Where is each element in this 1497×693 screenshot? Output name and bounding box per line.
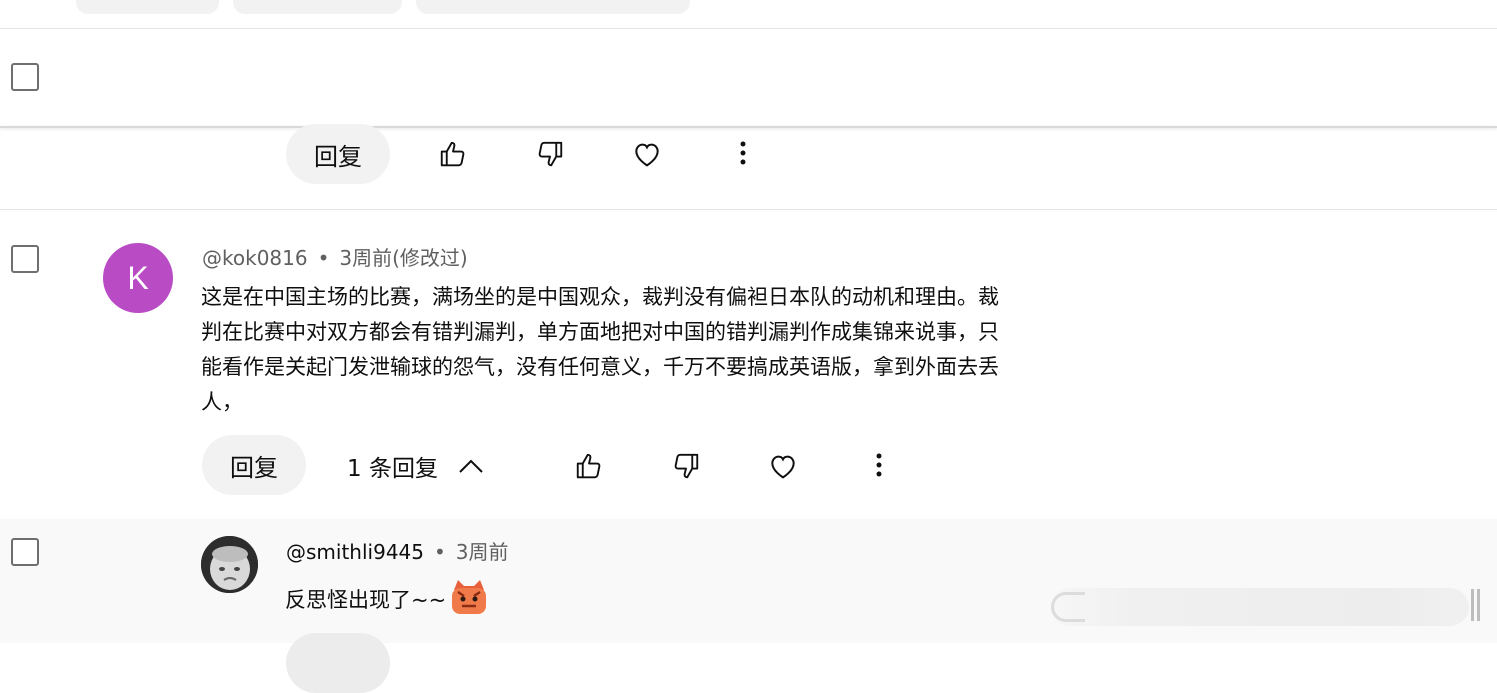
heart-icon[interactable] xyxy=(629,136,665,172)
scroll-grip[interactable] xyxy=(1477,589,1480,621)
comment-line: 人， xyxy=(201,390,243,414)
view-replies-toggle[interactable]: 1 条回复 xyxy=(347,450,484,482)
replies-count-label: 1 条回复 xyxy=(347,456,438,482)
thumbs-down-icon[interactable] xyxy=(532,136,568,172)
filter-chip[interactable] xyxy=(76,0,219,14)
comment-meta: @kok0816 • 3周前(修改过) xyxy=(202,242,468,271)
filter-chip[interactable] xyxy=(416,0,690,14)
comment-meta: @smithli9445 • 3周前 xyxy=(286,536,509,565)
select-checkbox[interactable] xyxy=(11,245,39,273)
scroll-indicator[interactable] xyxy=(1051,588,1469,626)
divider xyxy=(0,28,1497,29)
thumbs-up-icon[interactable] xyxy=(571,448,607,484)
comment-author[interactable]: @kok0816 xyxy=(202,246,308,270)
tiger-emoji-icon xyxy=(452,580,487,614)
reply-button[interactable]: 回复 xyxy=(286,124,390,184)
comment-time[interactable]: 3周前 xyxy=(456,540,509,564)
chevron-up-icon xyxy=(459,459,483,473)
baby-face-avatar[interactable] xyxy=(201,536,258,593)
heart-icon[interactable] xyxy=(765,448,801,484)
divider xyxy=(0,209,1497,210)
thumbs-down-icon[interactable] xyxy=(668,448,704,484)
comment-text: 这是在中国主场的比赛，满场坐的是中国观众，裁判没有偏袒日本队的动机和理由。裁 判… xyxy=(201,280,999,420)
edited-label: (修改过) xyxy=(392,246,468,270)
reply-button[interactable] xyxy=(286,633,390,693)
comment-text-content: 反思怪出现了~~ xyxy=(285,588,447,612)
reply-button[interactable]: 回复 xyxy=(202,435,306,495)
filter-chip[interactable] xyxy=(233,0,402,14)
more-vert-icon[interactable] xyxy=(861,447,897,483)
toolbar-shadow xyxy=(0,126,1497,128)
comment-line: 这是在中国主场的比赛，满场坐的是中国观众，裁判没有偏袒日本队的动机和理由。裁 xyxy=(201,285,999,309)
separator-dot: • xyxy=(434,540,446,564)
separator-dot: • xyxy=(317,246,330,270)
comment-text: 反思怪出现了~~ xyxy=(285,580,490,616)
select-checkbox[interactable] xyxy=(11,63,39,91)
comment-time[interactable]: 3周前 xyxy=(339,246,392,270)
select-checkbox[interactable] xyxy=(11,538,39,566)
more-vert-icon[interactable] xyxy=(725,135,761,171)
scroll-handle-left xyxy=(1051,592,1085,622)
avatar[interactable]: K xyxy=(103,243,173,313)
comment-author[interactable]: @smithli9445 xyxy=(286,540,424,564)
thumbs-up-icon[interactable] xyxy=(435,136,471,172)
comment-line: 能看作是关起门发泄输球的怨气，没有任何意义，千万不要搞成英语版，拿到外面去丢 xyxy=(201,355,999,379)
comment-line: 判在比赛中对双方都会有错判漏判，单方面地把对中国的错判漏判作成集锦来说事，只 xyxy=(201,320,999,344)
scroll-grip[interactable] xyxy=(1471,589,1474,621)
